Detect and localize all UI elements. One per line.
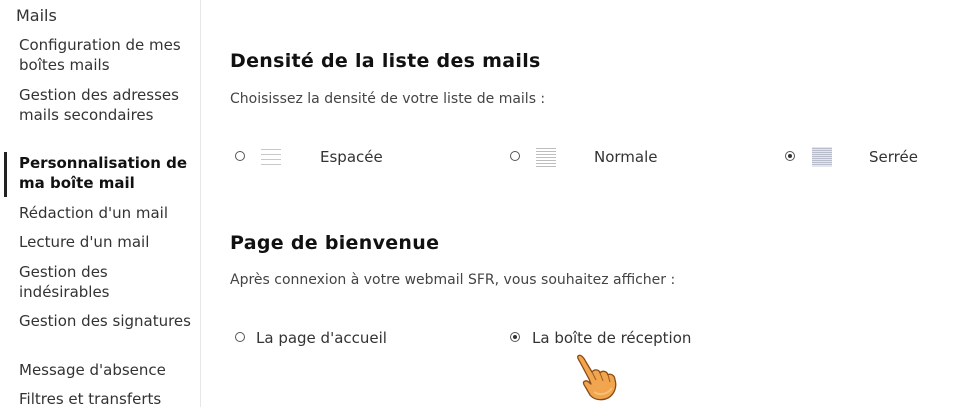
welcome-option-label[interactable]: La page d'accueil [256,329,387,347]
radio-density-normal[interactable] [510,151,520,161]
sidebar-item-personalisation[interactable]: Personnalisation de ma boîte mail [19,154,191,193]
sidebar-item-configuration[interactable]: Configuration de mes boîtes mails [19,36,191,75]
sidebar-item-signatures[interactable]: Gestion des signatures [19,312,191,332]
density-section-title: Densité de la liste des mails [230,50,541,72]
spacious-list-icon [261,149,281,165]
main-content: Densité de la liste des mails Choisissez… [230,0,967,407]
density-option-label[interactable]: Normale [594,148,658,166]
density-description: Choisissez la densité de votre liste de … [230,91,546,107]
sidebar-item-spam[interactable]: Gestion des indésirables [19,263,191,302]
sidebar-item-secondary-addresses[interactable]: Gestion des adresses mails secondaires [19,86,191,125]
welcome-option-label[interactable]: La boîte de réception [532,329,691,347]
sidebar-title: Mails [16,6,57,25]
welcome-section-title: Page de bienvenue [230,232,440,254]
density-option-label[interactable]: Espacée [320,148,383,166]
sidebar-item-compose[interactable]: Rédaction d'un mail [19,204,191,224]
sidebar-item-absence[interactable]: Message d'absence [19,361,191,381]
radio-density-compact[interactable] [785,151,795,161]
compact-list-icon [812,147,832,167]
active-indicator [4,152,7,197]
hand-pointer-cursor-icon [576,354,617,401]
normal-list-icon [536,148,556,167]
density-option-label[interactable]: Serrée [869,148,918,166]
sidebar-item-read[interactable]: Lecture d'un mail [19,233,191,253]
sidebar: Mails Configuration de mes boîtes mails … [0,0,201,408]
welcome-description: Après connexion à votre webmail SFR, vou… [230,272,676,288]
radio-welcome-inbox[interactable] [510,332,520,342]
radio-welcome-home[interactable] [235,332,245,342]
radio-density-spacious[interactable] [235,151,245,161]
